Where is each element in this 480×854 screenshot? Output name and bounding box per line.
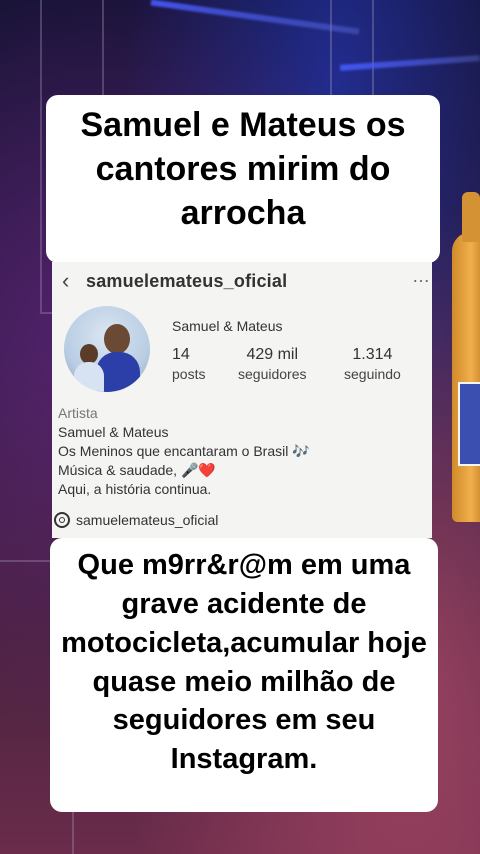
bio-line: Aqui, a história continua.: [58, 481, 212, 497]
profile-handle: samuelemateus_oficial: [86, 270, 288, 291]
back-arrow-icon[interactable]: ‹: [62, 268, 86, 294]
stat-followers[interactable]: 429 mil seguidores: [238, 346, 307, 382]
stat-followers-label: seguidores: [238, 366, 307, 382]
threads-link-text: samuelemateus_oficial: [76, 512, 219, 528]
stat-posts-value: 14: [172, 346, 190, 363]
truss-top-right: [330, 0, 374, 104]
threads-link[interactable]: samuelemateus_oficial: [54, 512, 218, 528]
profile-bio: Artista Samuel & Mateus Os Meninos que e…: [58, 404, 310, 499]
stat-following-label: seguindo: [344, 366, 401, 382]
bio-line: Samuel & Mateus: [58, 424, 169, 440]
stat-followers-value: 429 mil: [246, 346, 299, 363]
stat-posts[interactable]: 14 posts: [172, 346, 205, 382]
top-caption-text: Samuel e Mateus os cantores mirim do arr…: [80, 106, 406, 233]
stat-following-value: 1.314: [352, 346, 393, 363]
stat-following[interactable]: 1.314 seguindo: [344, 346, 401, 382]
bio-category: Artista: [58, 405, 98, 421]
bottom-caption-text: Que m9rr&r@m em uma grave acidente de mo…: [61, 549, 427, 776]
display-name: Samuel & Mateus: [172, 318, 283, 334]
avatar[interactable]: [64, 306, 150, 392]
bottom-caption: Que m9rr&r@m em uma grave acidente de mo…: [50, 538, 438, 812]
light-beam: [150, 0, 360, 35]
bottle-prop: [452, 192, 480, 522]
bio-line: Os Meninos que encantaram o Brasil 🎶: [58, 443, 310, 459]
threads-icon: [54, 512, 70, 528]
profile-header: ‹ samuelemateus_oficial: [62, 266, 432, 296]
instagram-profile-screenshot: ‹ samuelemateus_oficial … Samuel & Mateu…: [52, 262, 432, 538]
more-options-icon[interactable]: …: [412, 266, 430, 287]
top-caption: Samuel e Mateus os cantores mirim do arr…: [46, 95, 440, 263]
stat-posts-label: posts: [172, 366, 206, 382]
bio-line: Música & saudade, 🎤❤️: [58, 462, 216, 478]
